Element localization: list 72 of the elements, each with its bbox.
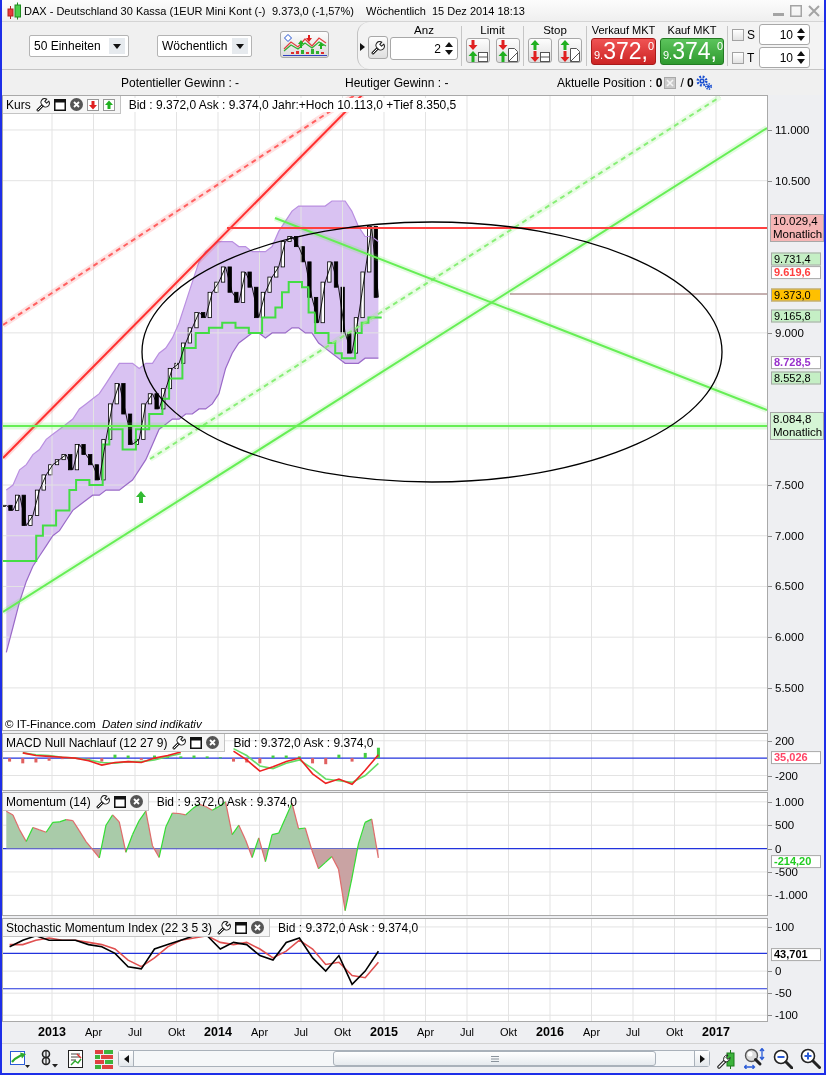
date-label: Okt <box>499 1026 518 1038</box>
chart-title: MACD Null Nachlauf (12 27 9) <box>6 735 168 750</box>
value-tag: 8.084,8 Monatlich <box>770 411 824 440</box>
axis-label: 11.000 <box>775 123 810 136</box>
value-tag: 9.165,8 <box>771 309 821 323</box>
axis-label: 0 <box>775 965 782 978</box>
date-label: 2017 <box>702 1025 730 1039</box>
quote-text: 9.373,0 (-1,57%) <box>272 4 355 17</box>
quantity-label: Anz <box>414 23 434 37</box>
axis-label: 5.500 <box>775 681 804 694</box>
axis-label: 6.000 <box>775 631 804 644</box>
value-tag: 10.029,4 Monatlich <box>770 214 824 243</box>
interval-text: Wöchentlich <box>366 4 427 17</box>
axis-label: 500 <box>775 819 795 832</box>
date-label: Jul <box>293 1026 309 1038</box>
stop-label: Stop <box>543 23 567 37</box>
date-label: Apr <box>416 1026 435 1038</box>
pending-position-text: / 0 <box>680 75 694 90</box>
date-label: Apr <box>84 1026 103 1038</box>
date-label: Jul <box>459 1026 475 1038</box>
sell-label: Verkauf MKT <box>591 23 656 37</box>
axis-label: -100 <box>775 1009 799 1022</box>
axis-label: 6.500 <box>775 580 804 593</box>
axis-label: 200 <box>775 734 795 747</box>
limit-label: Limit <box>480 23 505 37</box>
checkbox-label: T <box>747 50 756 65</box>
axis-label: -500 <box>775 865 799 878</box>
date-label: Jul <box>625 1026 641 1038</box>
value-tag: 8.728,5 <box>771 356 821 370</box>
disclaimer-text: Daten sind indikativ <box>101 718 202 730</box>
quote-text: Bid : 9.372,0 Ask : 9.374,0 <box>277 921 420 935</box>
axis-label: -50 <box>775 987 792 1000</box>
chart-title: Stochastic Momentum Index (22 3 5 3) <box>6 920 213 935</box>
axis-label: 10.500 <box>775 174 811 187</box>
quote-text: Bid : 9.372,0 Ask : 9.374,0 Jahr:+Hoch 10.113,0 +Tief 8.350,5 <box>126 98 459 112</box>
date-label: Jul <box>127 1026 143 1038</box>
date-label: Apr <box>582 1026 601 1038</box>
axis-label: 7.000 <box>775 529 804 542</box>
date-label: 2013 <box>38 1025 66 1039</box>
copyright-text: © IT-Finance.com <box>5 718 96 730</box>
date-label: Okt <box>167 1026 186 1038</box>
potential-profit-text: Potentieller Gewinn : - <box>121 75 241 90</box>
daily-profit-text: Heutiger Gewinn : - <box>345 75 450 90</box>
date-label: 2016 <box>536 1025 564 1039</box>
value-tag: 35,026 <box>771 751 821 765</box>
value-tag: 8.552,8 <box>771 371 821 385</box>
quote-text: Bid : 9.372,0 Ask : 9.374,0 <box>232 736 375 750</box>
axis-label: 0 <box>775 842 782 855</box>
window-title: DAX - Deutschland 30 Kassa (1EUR Mini Kont (-) <box>24 4 267 17</box>
chart-title: Momentum (14) <box>6 794 91 809</box>
value-tag: 9.619,6 <box>771 266 821 280</box>
axis-label: -200 <box>775 769 799 782</box>
axis-label: -1.000 <box>775 889 808 902</box>
date-label: 2014 <box>204 1025 232 1039</box>
quote-text: Bid : 9.372,0 Ask : 9.374,0 <box>155 795 298 809</box>
axis-label: 100 <box>775 920 795 933</box>
value-tag: -214,20 <box>771 854 821 868</box>
date-label: Apr <box>250 1026 269 1038</box>
axis-label: 9.000 <box>775 326 804 339</box>
value-tag: 9.373,0 <box>771 288 821 302</box>
value-tag: 43,701 <box>771 947 821 961</box>
position-text: Aktuelle Position : 0 <box>557 75 663 90</box>
value-tag: 9.731,4 <box>771 252 821 266</box>
timestamp-text: 15 Dez 2014 18:13 <box>432 4 525 17</box>
buy-label: Kauf MKT <box>667 23 717 37</box>
axis-label: 1.000 <box>775 795 804 808</box>
axis-label: 7.500 <box>775 479 804 491</box>
date-label: 2015 <box>370 1025 398 1039</box>
checkbox-label: S <box>747 27 756 42</box>
date-label: Okt <box>665 1026 684 1038</box>
chart-title: Kurs <box>6 97 31 112</box>
date-label: Okt <box>333 1026 352 1038</box>
